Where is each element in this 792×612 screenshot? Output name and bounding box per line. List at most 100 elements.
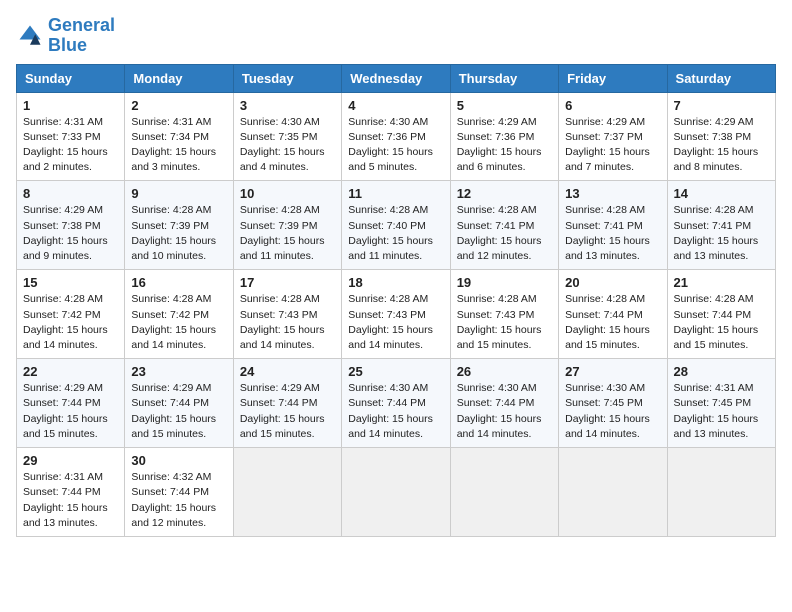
cell-text: Sunrise: 4:28 AMSunset: 7:44 PMDaylight:… [674,292,769,353]
day-number: 26 [457,364,552,379]
calendar-cell: 10Sunrise: 4:28 AMSunset: 7:39 PMDayligh… [233,181,341,270]
day-number: 9 [131,186,226,201]
logo-text: General Blue [48,16,115,56]
calendar-cell: 3Sunrise: 4:30 AMSunset: 7:35 PMDaylight… [233,92,341,181]
cell-text: Sunrise: 4:29 AMSunset: 7:37 PMDaylight:… [565,115,660,176]
col-header-friday: Friday [559,64,667,92]
cell-text: Sunrise: 4:28 AMSunset: 7:40 PMDaylight:… [348,203,443,264]
page-container: General Blue SundayMondayTuesdayWednesda… [16,16,776,537]
cell-text: Sunrise: 4:30 AMSunset: 7:45 PMDaylight:… [565,381,660,442]
day-number: 11 [348,186,443,201]
cell-text: Sunrise: 4:28 AMSunset: 7:39 PMDaylight:… [131,203,226,264]
day-number: 3 [240,98,335,113]
col-header-tuesday: Tuesday [233,64,341,92]
day-number: 13 [565,186,660,201]
cell-text: Sunrise: 4:30 AMSunset: 7:44 PMDaylight:… [348,381,443,442]
calendar-cell [559,448,667,537]
calendar-cell [450,448,558,537]
calendar-week-4: 22Sunrise: 4:29 AMSunset: 7:44 PMDayligh… [17,359,776,448]
day-number: 20 [565,275,660,290]
col-header-thursday: Thursday [450,64,558,92]
calendar-cell: 25Sunrise: 4:30 AMSunset: 7:44 PMDayligh… [342,359,450,448]
calendar-cell: 24 Sunrise: 4:29 AMSunset: 7:44 PMDayligh… [233,359,341,448]
day-number: 14 [674,186,769,201]
col-header-monday: Monday [125,64,233,92]
cell-text: Sunrise: 4:29 AMSunset: 7:36 PMDaylight:… [457,115,552,176]
calendar-cell [233,448,341,537]
calendar-cell: 2 Sunrise: 4:31 AMSunset: 7:34 PMDaylight… [125,92,233,181]
calendar-week-5: 29 Sunrise: 4:31 AMSunset: 7:44 PMDayligh… [17,448,776,537]
calendar-cell: 7 Sunrise: 4:29 AMSunset: 7:38 PMDaylight… [667,92,775,181]
calendar-table: SundayMondayTuesdayWednesdayThursdayFrid… [16,64,776,537]
day-number: 7 [674,98,769,113]
cell-text: Sunrise: 4:31 AMSunset: 7:34 PMDaylight:… [131,115,226,176]
cell-text: Sunrise: 4:29 AMSunset: 7:38 PMDaylight:… [23,203,118,264]
cell-text: Sunrise: 4:28 AMSunset: 7:41 PMDaylight:… [457,203,552,264]
cell-text: Sunrise: 4:28 AMSunset: 7:43 PMDaylight:… [348,292,443,353]
col-header-wednesday: Wednesday [342,64,450,92]
cell-text: Sunrise: 4:31 AMSunset: 7:45 PMDaylight:… [674,381,769,442]
calendar-cell: 20 Sunrise: 4:28 AMSunset: 7:44 PMDayligh… [559,270,667,359]
cell-text: Sunrise: 4:29 AMSunset: 7:44 PMDaylight:… [131,381,226,442]
logo: General Blue [16,16,115,56]
cell-text: Sunrise: 4:29 AMSunset: 7:44 PMDaylight:… [240,381,335,442]
calendar-cell [342,448,450,537]
day-number: 16 [131,275,226,290]
calendar-cell [667,448,775,537]
day-number: 24 [240,364,335,379]
calendar-cell: 30Sunrise: 4:32 AMSunset: 7:44 PMDayligh… [125,448,233,537]
calendar-cell: 11 Sunrise: 4:28 AMSunset: 7:40 PMDayligh… [342,181,450,270]
calendar-cell: 1Sunrise: 4:31 AMSunset: 7:33 PMDaylight… [17,92,125,181]
calendar-week-1: 1Sunrise: 4:31 AMSunset: 7:33 PMDaylight… [17,92,776,181]
cell-text: Sunrise: 4:30 AMSunset: 7:44 PMDaylight:… [457,381,552,442]
logo-icon [16,22,44,50]
day-number: 2 [131,98,226,113]
day-number: 5 [457,98,552,113]
day-number: 12 [457,186,552,201]
calendar-cell: 4Sunrise: 4:30 AMSunset: 7:36 PMDaylight… [342,92,450,181]
day-number: 17 [240,275,335,290]
day-number: 28 [674,364,769,379]
calendar-cell: 29 Sunrise: 4:31 AMSunset: 7:44 PMDayligh… [17,448,125,537]
calendar-cell: 15Sunrise: 4:28 AMSunset: 7:42 PMDayligh… [17,270,125,359]
day-number: 21 [674,275,769,290]
cell-text: Sunrise: 4:31 AMSunset: 7:44 PMDaylight:… [23,470,118,531]
day-number: 6 [565,98,660,113]
cell-text: Sunrise: 4:28 AMSunset: 7:42 PMDaylight:… [23,292,118,353]
calendar-cell: 18 Sunrise: 4:28 AMSunset: 7:43 PMDayligh… [342,270,450,359]
calendar-week-3: 15Sunrise: 4:28 AMSunset: 7:42 PMDayligh… [17,270,776,359]
cell-text: Sunrise: 4:28 AMSunset: 7:41 PMDaylight:… [674,203,769,264]
calendar-cell: 14 Sunrise: 4:28 AMSunset: 7:41 PMDayligh… [667,181,775,270]
calendar-cell: 19 Sunrise: 4:28 AMSunset: 7:43 PMDayligh… [450,270,558,359]
cell-text: Sunrise: 4:32 AMSunset: 7:44 PMDaylight:… [131,470,226,531]
col-header-sunday: Sunday [17,64,125,92]
header: General Blue [16,16,776,56]
day-number: 29 [23,453,118,468]
col-header-saturday: Saturday [667,64,775,92]
calendar-cell: 12 Sunrise: 4:28 AMSunset: 7:41 PMDayligh… [450,181,558,270]
calendar-cell: 28 Sunrise: 4:31 AMSunset: 7:45 PMDayligh… [667,359,775,448]
calendar-cell: 22Sunrise: 4:29 AMSunset: 7:44 PMDayligh… [17,359,125,448]
calendar-cell: 8Sunrise: 4:29 AMSunset: 7:38 PMDaylight… [17,181,125,270]
calendar-cell: 16 Sunrise: 4:28 AMSunset: 7:42 PMDayligh… [125,270,233,359]
calendar-cell: 9 Sunrise: 4:28 AMSunset: 7:39 PMDaylight… [125,181,233,270]
day-number: 27 [565,364,660,379]
calendar-cell: 17Sunrise: 4:28 AMSunset: 7:43 PMDayligh… [233,270,341,359]
cell-text: Sunrise: 4:28 AMSunset: 7:43 PMDaylight:… [457,292,552,353]
cell-text: Sunrise: 4:28 AMSunset: 7:41 PMDaylight:… [565,203,660,264]
cell-text: Sunrise: 4:28 AMSunset: 7:42 PMDaylight:… [131,292,226,353]
calendar-week-2: 8Sunrise: 4:29 AMSunset: 7:38 PMDaylight… [17,181,776,270]
calendar-cell: 13 Sunrise: 4:28 AMSunset: 7:41 PMDayligh… [559,181,667,270]
cell-text: Sunrise: 4:29 AMSunset: 7:44 PMDaylight:… [23,381,118,442]
day-number: 4 [348,98,443,113]
cell-text: Sunrise: 4:31 AMSunset: 7:33 PMDaylight:… [23,115,118,176]
cell-text: Sunrise: 4:29 AMSunset: 7:38 PMDaylight:… [674,115,769,176]
calendar-cell: 6 Sunrise: 4:29 AMSunset: 7:37 PMDaylight… [559,92,667,181]
calendar-cell: 27 Sunrise: 4:30 AMSunset: 7:45 PMDayligh… [559,359,667,448]
cell-text: Sunrise: 4:28 AMSunset: 7:44 PMDaylight:… [565,292,660,353]
calendar-cell: 5 Sunrise: 4:29 AMSunset: 7:36 PMDaylight… [450,92,558,181]
day-number: 18 [348,275,443,290]
calendar-cell: 21 Sunrise: 4:28 AMSunset: 7:44 PMDayligh… [667,270,775,359]
day-number: 19 [457,275,552,290]
calendar-cell: 26 Sunrise: 4:30 AMSunset: 7:44 PMDayligh… [450,359,558,448]
